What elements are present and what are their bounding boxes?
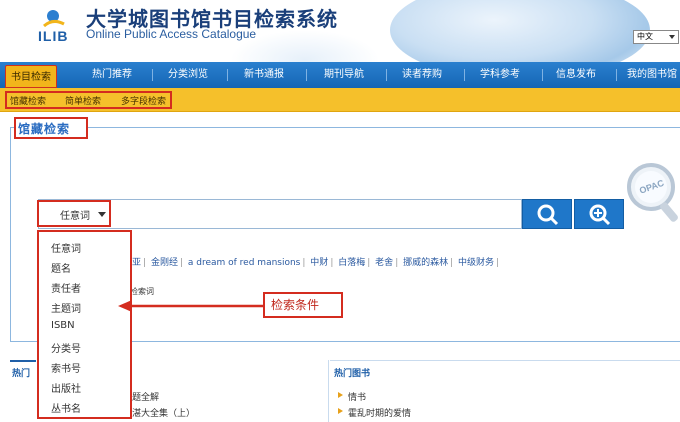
field-option[interactable]: 责任者 <box>51 280 81 295</box>
list-item[interactable]: 湛大全集（上） <box>132 406 195 419</box>
nav-divider <box>306 69 307 81</box>
hot-keyword-link[interactable]: 中级财务 <box>458 258 494 268</box>
field-option[interactable]: 出版社 <box>51 380 81 395</box>
subnav-item-collection-search[interactable]: 馆藏检索 <box>10 94 46 107</box>
hot-keyword-link[interactable]: 中财 <box>310 258 328 268</box>
panel-title: 馆藏检索 <box>18 122 71 136</box>
sub-nav: 馆藏检索 简单检索 多字段检索 <box>0 88 680 112</box>
nav-divider <box>464 69 465 81</box>
field-option[interactable]: 主题词 <box>51 300 81 315</box>
language-value: 中文 <box>637 32 653 41</box>
nav-item-catalog-search[interactable]: 书目检索 <box>5 65 57 88</box>
nav-divider <box>227 69 228 81</box>
site-subtitle: Online Public Access Catalogue <box>86 27 257 41</box>
nav-divider <box>386 69 387 81</box>
nav-item-hot-recommend[interactable]: 热门推荐 <box>80 62 144 88</box>
annotation-label: 检索条件 <box>271 298 320 312</box>
subnav-item-multi-field-search[interactable]: 多字段检索 <box>121 94 166 107</box>
hot-keyword-link[interactable]: 挪威的森林 <box>403 258 448 268</box>
field-options-list: 任意词 题名 责任者 主题词 ISBN 分类号 索书号 出版社 丛书名 <box>37 230 132 419</box>
opac-magnifier-icon: OPAC <box>627 163 678 222</box>
main-nav: 书目检索 热门推荐 分类浏览 新书通报 期刊导航 读者荐购 学科参考 信息发布 … <box>0 62 680 88</box>
field-select-value: 任意词 <box>60 211 90 222</box>
field-option[interactable]: 索书号 <box>51 360 81 375</box>
hot-keyword-link[interactable]: 金刚经 <box>151 258 178 268</box>
nav-item-category-browse[interactable]: 分类浏览 <box>156 62 220 88</box>
hot-keyword-link[interactable]: 老舍 <box>375 258 393 268</box>
bullet-icon <box>338 408 343 414</box>
field-option[interactable]: 任意词 <box>51 240 81 255</box>
section-divider <box>328 360 329 422</box>
section-divider <box>10 360 36 362</box>
list-item[interactable]: 题全解 <box>132 390 159 403</box>
nav-divider <box>152 69 153 81</box>
nav-item-reader-suggest[interactable]: 读者荐购 <box>390 62 454 88</box>
nav-divider <box>616 69 617 81</box>
annotation-arrow-icon <box>118 300 266 312</box>
header: ILIB 大学城图书馆书目检索系统 Online Public Access C… <box>0 0 680 62</box>
language-select[interactable]: 中文 <box>633 30 679 44</box>
hint-text: 检索词 <box>130 287 154 296</box>
nav-item-journal-nav[interactable]: 期刊导航 <box>312 62 376 88</box>
zoom-in-icon <box>589 204 611 226</box>
hot-keyword-link[interactable]: a dream of red mansions <box>188 258 301 268</box>
logo-text: ILIB <box>38 28 69 44</box>
nav-item-my-library[interactable]: 我的图书馆 <box>620 62 680 88</box>
field-option[interactable]: 题名 <box>51 260 71 275</box>
search-button[interactable] <box>522 199 572 229</box>
chevron-down-icon <box>98 212 106 217</box>
section-divider <box>330 360 680 361</box>
chevron-down-icon <box>669 35 675 39</box>
nav-item-new-books[interactable]: 新书通报 <box>232 62 296 88</box>
search-icon <box>537 204 559 226</box>
bullet-icon <box>338 392 343 398</box>
field-option[interactable]: 分类号 <box>51 340 81 355</box>
nav-item-info-publish[interactable]: 信息发布 <box>546 62 606 88</box>
list-item[interactable]: 霍乱时期的爱情 <box>348 406 411 419</box>
subnav-item-simple-search[interactable]: 简单检索 <box>65 94 101 107</box>
field-option[interactable]: 丛书名 <box>51 400 81 415</box>
hot-section-heading: 热门 <box>12 369 31 379</box>
field-option[interactable]: ISBN <box>51 320 75 331</box>
nav-divider <box>542 69 543 81</box>
list-item[interactable]: 情书 <box>348 390 366 403</box>
advanced-search-button[interactable] <box>574 199 624 229</box>
nav-item-subject-ref[interactable]: 学科参考 <box>468 62 532 88</box>
globe-graphic <box>390 0 650 62</box>
hot-books-heading: 热门图书 <box>334 369 371 379</box>
hot-keyword-link[interactable]: 白落梅 <box>338 258 365 268</box>
hot-keywords: 亚利亚| 金刚经| a dream of red mansions| 中财| 白… <box>114 255 501 268</box>
